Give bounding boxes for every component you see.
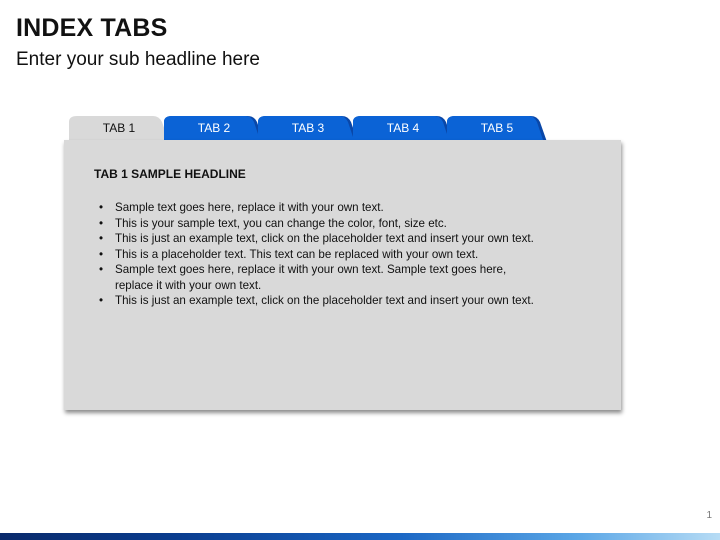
bullet-icon: • (99, 232, 104, 245)
tab-2-label: TAB 2 (197, 121, 231, 135)
bullet-text: Sample text goes here, replace it with y… (115, 201, 384, 214)
bullet-icon: • (99, 201, 104, 214)
list-item: • This is just an example text, click on … (96, 293, 536, 309)
bullet-text: This is your sample text, you can change… (115, 216, 447, 230)
tab-4-label: TAB 4 (386, 121, 420, 135)
tab-5-label: TAB 5 (480, 121, 514, 135)
bullet-text: This is just an example text, click on t… (115, 232, 534, 245)
tab-4[interactable]: TAB 4 (353, 114, 453, 142)
tab-1[interactable]: TAB 1 (69, 114, 169, 142)
bullet-icon: • (99, 216, 104, 230)
list-item: • This is a placeholder text. This text c… (96, 247, 536, 263)
bullet-icon: • (99, 294, 104, 307)
tab-3[interactable]: TAB 3 (258, 114, 358, 142)
tab-1-label: TAB 1 (102, 121, 136, 135)
tab-2[interactable]: TAB 2 (164, 114, 264, 142)
page-number: 1 (706, 510, 712, 521)
bullet-text: Sample text goes here, replace it with y… (115, 263, 507, 292)
bullet-text: This is just an example text, click on t… (115, 294, 534, 307)
panel-headline: TAB 1 SAMPLE HEADLINE (94, 167, 246, 181)
list-item: • This is just an example text, click on … (96, 231, 536, 247)
list-item: • Sample text goes here, replace it with … (96, 262, 536, 293)
list-item: • This is your sample text, you can chang… (96, 216, 536, 232)
tab-5[interactable]: TAB 5 (447, 114, 547, 142)
slide-title: INDEX TABS (16, 14, 168, 42)
tab-content-panel: TAB 1 SAMPLE HEADLINE • Sample text goes … (64, 140, 621, 410)
bullet-icon: • (99, 263, 104, 276)
bullet-list: • Sample text goes here, replace it with … (96, 200, 536, 309)
bullet-text: This is a placeholder text. This text ca… (115, 247, 479, 261)
footer-gradient-bar (0, 533, 720, 540)
list-item: • Sample text goes here, replace it with … (96, 200, 536, 216)
tab-3-label: TAB 3 (291, 121, 325, 135)
bullet-icon: • (99, 247, 104, 261)
slide-subtitle: Enter your sub headline here (16, 49, 260, 70)
